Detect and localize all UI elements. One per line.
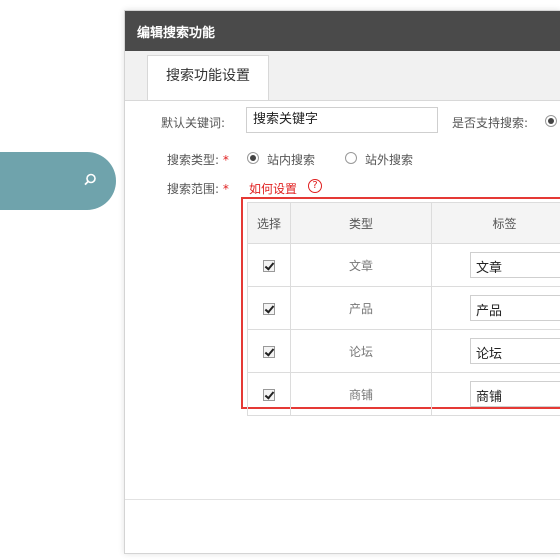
- row-checkbox[interactable]: [263, 302, 275, 315]
- table-row: 论坛 论坛: [247, 329, 560, 373]
- table-header-row: 选择 类型 标签: [247, 202, 560, 244]
- scope-table: 选择 类型 标签 文章 文章 产品 产品 论坛 论坛 商铺 商铺: [247, 202, 560, 416]
- table-row: 产品 产品: [247, 286, 560, 330]
- default-keyword-input[interactable]: 搜索关键字: [246, 107, 438, 133]
- row-checkbox[interactable]: [263, 345, 275, 358]
- search-icon: [84, 173, 96, 186]
- row-checkbox[interactable]: [263, 259, 275, 272]
- dialog-footer-divider: [125, 499, 560, 500]
- table-row: 商铺 商铺: [247, 372, 560, 416]
- column-header-type: 类型: [290, 202, 432, 244]
- search-scope-label: 搜索范围: *: [167, 182, 229, 196]
- column-header-select: 选择: [247, 202, 291, 244]
- row-type: 商铺: [290, 372, 432, 416]
- row-type: 论坛: [290, 329, 432, 373]
- column-header-tag: 标签: [431, 202, 560, 244]
- table-row: 文章 文章: [247, 243, 560, 287]
- tab-search-settings[interactable]: 搜索功能设置: [147, 55, 269, 100]
- support-search-label: 是否支持搜索:: [452, 116, 529, 130]
- row-tag-input[interactable]: 文章: [470, 252, 560, 278]
- search-type-radio-external[interactable]: [345, 152, 357, 164]
- search-pill-button[interactable]: [0, 152, 116, 210]
- row-tag-input[interactable]: 论坛: [470, 338, 560, 364]
- search-type-radio-internal[interactable]: [247, 152, 259, 164]
- dialog-title: 编辑搜索功能: [137, 26, 216, 41]
- tab-bar: 搜索功能设置: [125, 51, 560, 101]
- how-to-configure-link[interactable]: 如何设置: [249, 180, 297, 197]
- default-keyword-label: 默认关键词:: [161, 116, 226, 130]
- search-type-label: 搜索类型: *: [167, 153, 229, 167]
- row-type: 产品: [290, 286, 432, 330]
- row-tag-input[interactable]: 商铺: [470, 381, 560, 407]
- search-type-internal-label: 站内搜索: [267, 153, 316, 167]
- row-checkbox[interactable]: [263, 388, 275, 401]
- dialog-header: 编辑搜索功能: [125, 11, 560, 51]
- row-tag-input[interactable]: 产品: [470, 295, 560, 321]
- row-type: 文章: [290, 243, 432, 287]
- edit-search-dialog: 编辑搜索功能 搜索功能设置 默认关键词: 搜索关键字 是否支持搜索: 搜索类型:…: [124, 10, 560, 554]
- support-search-radio[interactable]: [545, 115, 557, 127]
- search-type-external-label: 站外搜索: [365, 153, 414, 167]
- help-icon[interactable]: ?: [308, 179, 322, 193]
